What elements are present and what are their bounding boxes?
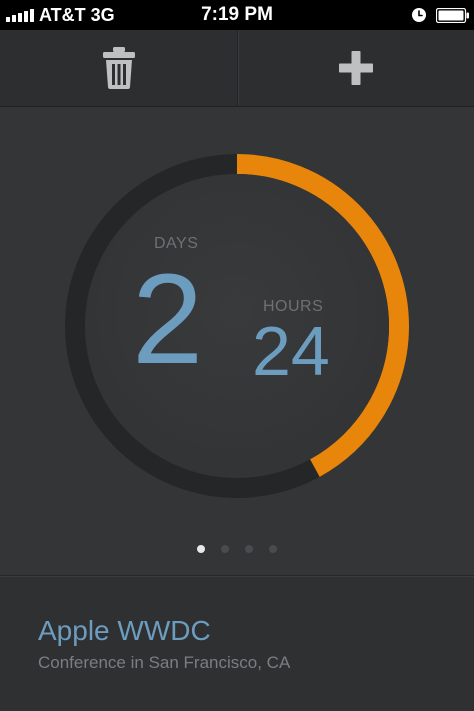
- countdown-area[interactable]: DAYS 2 HOURS 24: [0, 107, 474, 575]
- page-dot[interactable]: [269, 545, 277, 553]
- add-button[interactable]: [238, 30, 474, 106]
- toolbar: [0, 30, 474, 107]
- page-dot[interactable]: [221, 545, 229, 553]
- countdown-ring: [65, 154, 409, 498]
- event-info-panel[interactable]: Apple WWDC Conference in San Francisco, …: [0, 575, 474, 711]
- status-bar: AT&T 3G 7:19 PM: [0, 0, 474, 30]
- days-value: 2: [132, 248, 204, 391]
- page-dot[interactable]: [245, 545, 253, 553]
- battery-icon: [436, 8, 469, 23]
- page-dot[interactable]: [197, 545, 205, 553]
- event-subtitle: Conference in San Francisco, CA: [38, 653, 291, 672]
- delete-button[interactable]: [0, 30, 237, 106]
- plus-icon: [339, 51, 373, 85]
- event-title: Apple WWDC: [38, 615, 211, 646]
- hours-value: 24: [252, 312, 330, 390]
- alarm-clock-icon: [412, 8, 426, 22]
- status-time: 7:19 PM: [201, 4, 273, 25]
- countdown-app-screen: AT&T 3G 7:19 PM DAYS 2 HOURS 24 Apple WW…: [0, 0, 474, 711]
- trash-icon: [102, 47, 135, 89]
- page-indicator[interactable]: [0, 545, 474, 555]
